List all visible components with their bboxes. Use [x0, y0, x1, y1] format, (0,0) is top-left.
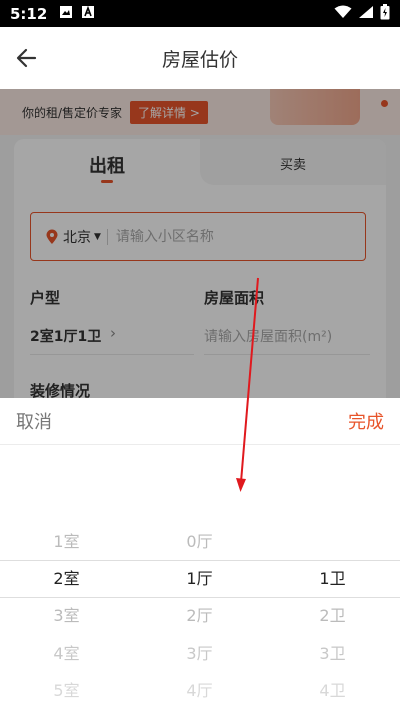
halls-option[interactable]: 3厅: [133, 635, 266, 672]
halls-selected[interactable]: 1厅: [133, 560, 266, 597]
image-notification-icon: [59, 5, 73, 23]
rooms-option[interactable]: 4室: [0, 635, 133, 672]
status-time: 5:12: [10, 4, 48, 23]
baths-option[interactable]: 4卫: [266, 672, 399, 709]
header: 房屋估价: [0, 27, 400, 89]
halls-option[interactable]: 2厅: [133, 597, 266, 634]
battery-icon: [380, 3, 390, 24]
picker-row: 1室 0厅: [0, 523, 400, 560]
cancel-button[interactable]: 取消: [16, 408, 52, 434]
rooms-option[interactable]: 1室: [0, 523, 133, 560]
back-arrow-icon[interactable]: [14, 45, 40, 71]
halls-option[interactable]: 4厅: [133, 672, 266, 709]
rooms-selected[interactable]: 2室: [0, 560, 133, 597]
picker-toolbar: 取消 完成: [0, 398, 400, 445]
baths-selected[interactable]: 1卫: [266, 560, 399, 597]
picker-selected-row: 2室 1厅 1卫: [0, 560, 400, 597]
baths-option[interactable]: 3卫: [266, 635, 399, 672]
modal-backdrop[interactable]: [0, 89, 400, 398]
picker-row: 4室 3厅 3卫: [0, 635, 400, 672]
done-button[interactable]: 完成: [348, 408, 384, 434]
halls-option[interactable]: 0厅: [133, 523, 266, 560]
signal-icon: [358, 5, 374, 23]
baths-option[interactable]: [266, 523, 399, 560]
rooms-option[interactable]: 5室: [0, 672, 133, 709]
status-bar: 5:12: [0, 0, 400, 27]
baths-option[interactable]: 2卫: [266, 597, 399, 634]
picker-row: 5室 4厅 4卫: [0, 672, 400, 709]
wifi-icon: [334, 5, 352, 23]
page-title: 房屋估价: [161, 48, 238, 71]
picker-row: 3室 2厅 2卫: [0, 597, 400, 634]
rooms-option[interactable]: 3室: [0, 597, 133, 634]
app-notification-icon: [81, 5, 95, 23]
layout-picker-sheet: 取消 完成 1室 0厅 2室 1厅 1卫 3室 2厅 2卫 4室 3厅 3卫 5…: [0, 398, 400, 711]
